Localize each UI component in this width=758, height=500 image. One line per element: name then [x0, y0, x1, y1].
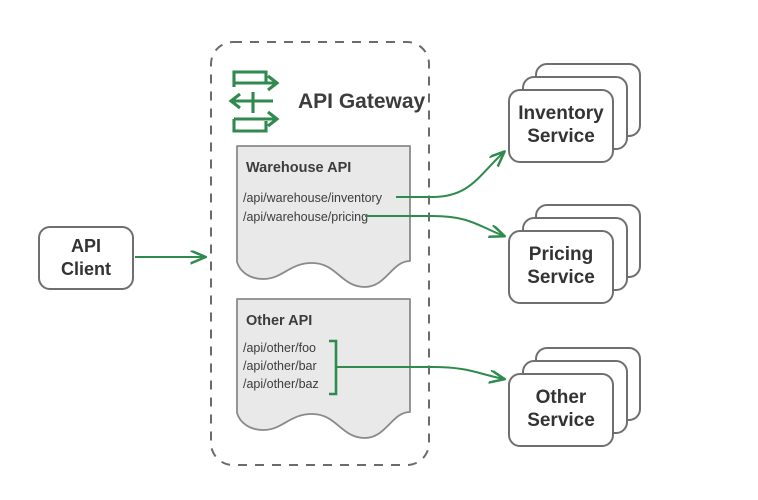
architecture-diagram: API Gateway Warehouse API /api/warehouse… [38, 41, 641, 466]
service-inventory-label-line2: Service [527, 126, 595, 147]
connector-inventory [396, 152, 504, 198]
service-inventory-label-line1: Inventory [518, 103, 604, 124]
diagram-canvas: API Gateway Warehouse API /api/warehouse… [0, 0, 758, 500]
api-gateway-arrows-icon [228, 70, 280, 133]
service-pricing[interactable]: Pricing Service [508, 204, 641, 304]
other-path-bar: /api/other/bar [243, 359, 317, 373]
service-pricing-label-line2: Service [527, 267, 595, 288]
other-path-foo: /api/other/foo [243, 341, 316, 355]
warehouse-path-inventory: /api/warehouse/inventory [243, 191, 383, 205]
service-other[interactable]: Other Service [508, 347, 641, 447]
service-other-label-line1: Other [536, 387, 587, 408]
warehouse-path-pricing: /api/warehouse/pricing [243, 210, 368, 224]
warehouse-api-title: Warehouse API [246, 160, 351, 176]
api-client-label-line1: API [71, 236, 101, 256]
service-pricing-label-line1: Pricing [529, 244, 593, 265]
service-inventory[interactable]: Inventory Service [508, 63, 641, 163]
service-other-label-line2: Service [527, 410, 595, 431]
api-client-label-line2: Client [61, 259, 111, 279]
gateway-title: API Gateway [298, 90, 426, 113]
other-api-title: Other API [246, 313, 312, 329]
other-path-baz: /api/other/baz [243, 377, 319, 391]
